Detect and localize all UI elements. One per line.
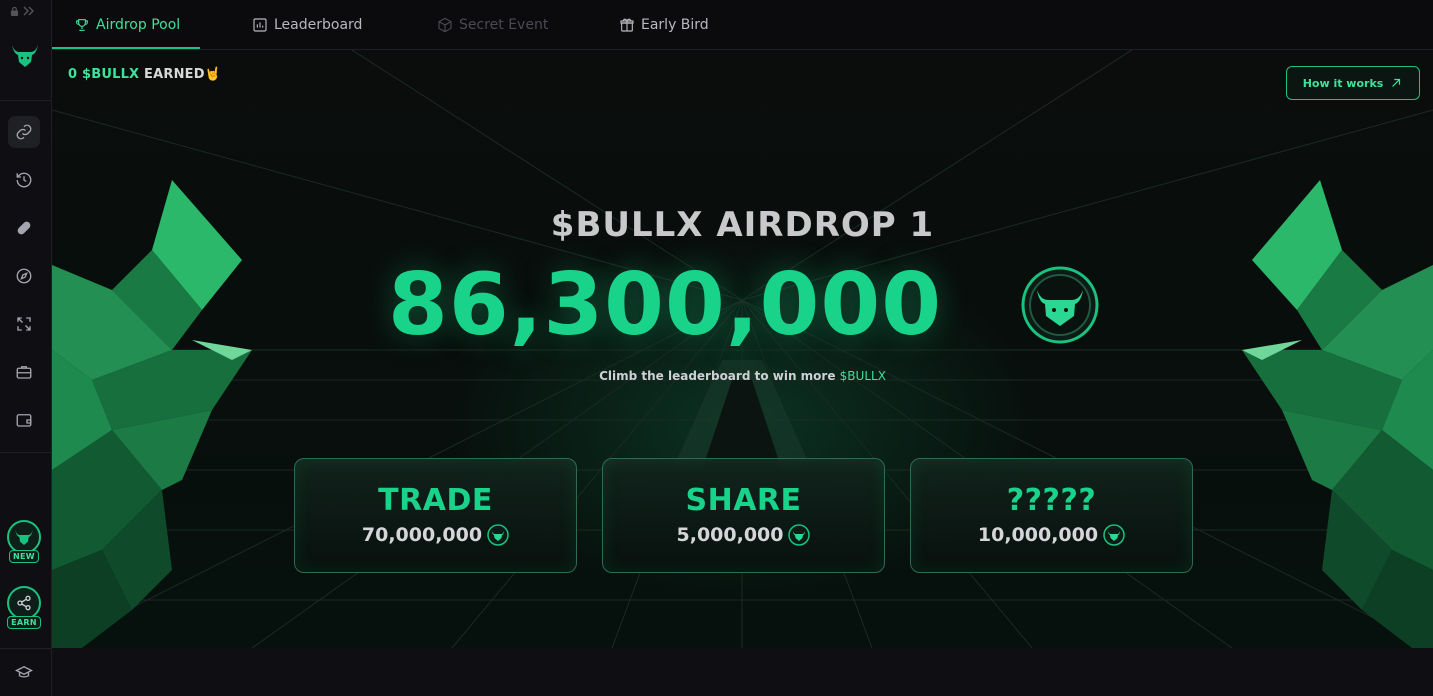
rock-hand-emoji: 🤘 — [204, 67, 222, 82]
tab-label: Leaderboard — [274, 17, 363, 33]
bullx-coin-icon — [1021, 266, 1099, 344]
top-nav: Airdrop Pool Leaderboard Secret Event Ea… — [52, 0, 1433, 50]
sidebar-wallet-button[interactable] — [8, 404, 40, 436]
card-amount-row: 10,000,000 — [911, 524, 1192, 546]
external-arrow-icon — [1392, 78, 1401, 87]
sidebar-history-button[interactable] — [8, 164, 40, 196]
sidebar: NEW EARN — [0, 0, 52, 696]
compass-icon — [16, 268, 32, 284]
bullx-coin-icon — [487, 524, 509, 546]
tab-label: Early Bird — [641, 17, 709, 33]
card-title: TRADE — [378, 483, 493, 518]
sidebar-learn-button[interactable] — [8, 656, 40, 688]
tab-airdrop-pool[interactable]: Airdrop Pool — [74, 0, 180, 50]
reward-card-trade: TRADE 70,000,000 — [294, 458, 577, 573]
pill-icon — [17, 221, 31, 235]
trophy-icon — [76, 19, 88, 31]
sidebar-new-badge[interactable]: NEW — [5, 520, 43, 563]
graduation-cap-icon — [15, 665, 33, 678]
page-title: $BULLX AIRDROP 1 — [550, 205, 935, 245]
hero-subtitle: Climb the leaderboard to win more $BULLX — [52, 369, 1433, 383]
airdrop-total-amount: 86,300,000 — [388, 255, 943, 355]
sidebar-compass-button[interactable] — [8, 260, 40, 292]
new-badge-label: NEW — [9, 550, 39, 563]
tab-leaderboard[interactable]: Leaderboard — [252, 0, 362, 50]
card-title: SHARE — [685, 483, 802, 518]
link-icon — [16, 124, 32, 140]
active-tab-indicator — [52, 47, 200, 49]
card-title: ????? — [1006, 483, 1097, 518]
tab-label: Airdrop Pool — [96, 17, 181, 33]
bar-chart-icon — [253, 18, 267, 32]
earned-label: EARNED — [144, 67, 205, 82]
bottom-strip — [52, 648, 1433, 696]
briefcase-icon — [16, 366, 32, 379]
card-amount: 70,000,000 — [361, 524, 483, 546]
sidebar-swap-button[interactable] — [8, 308, 40, 340]
wallet-icon — [16, 414, 32, 427]
tab-early-bird[interactable]: Early Bird — [619, 0, 709, 50]
card-amount-row: 5,000,000 — [603, 524, 884, 546]
sidebar-earn-badge[interactable]: EARN — [5, 586, 43, 629]
bullx-logo-icon[interactable] — [10, 40, 40, 70]
reward-card-mystery: ????? 10,000,000 — [910, 458, 1193, 573]
earned-amount: 0 $BULLX — [68, 67, 140, 82]
card-amount: 5,000,000 — [676, 524, 784, 546]
airdrop-pool-panel: 0 $BULLX EARNED🤘 How it works $BULLX AIR… — [52, 50, 1433, 648]
bullx-coin-icon — [1103, 524, 1125, 546]
bull-badge — [7, 520, 41, 554]
expand-icon[interactable] — [23, 6, 35, 16]
reward-card-share: SHARE 5,000,000 — [602, 458, 885, 573]
history-icon — [16, 172, 32, 188]
earn-badge-label: EARN — [7, 616, 41, 629]
swap-icon — [17, 317, 31, 331]
share-badge — [7, 586, 41, 620]
bullx-coin-icon — [788, 524, 811, 546]
tab-label: Secret Event — [459, 17, 549, 33]
sidebar-pill-button[interactable] — [8, 212, 40, 244]
cube-icon — [438, 17, 452, 33]
tab-secret-event[interactable]: Secret Event — [437, 0, 548, 50]
bull-icon — [15, 530, 33, 545]
earned-summary: 0 $BULLX EARNED🤘 — [68, 67, 221, 82]
sidebar-controls — [10, 6, 35, 16]
sidebar-link-button[interactable] — [8, 116, 40, 148]
lock-icon[interactable] — [10, 6, 19, 16]
sidebar-briefcase-button[interactable] — [8, 356, 40, 388]
how-it-works-label: How it works — [1302, 76, 1384, 90]
card-amount: 10,000,000 — [977, 524, 1099, 546]
gift-icon — [620, 18, 634, 32]
subtitle-token: $BULLX — [839, 369, 886, 383]
share-icon — [17, 595, 31, 611]
how-it-works-button[interactable]: How it works — [1286, 66, 1420, 100]
card-amount-row: 70,000,000 — [295, 524, 576, 546]
subtitle-text: Climb the leaderboard to win more — [599, 369, 836, 383]
